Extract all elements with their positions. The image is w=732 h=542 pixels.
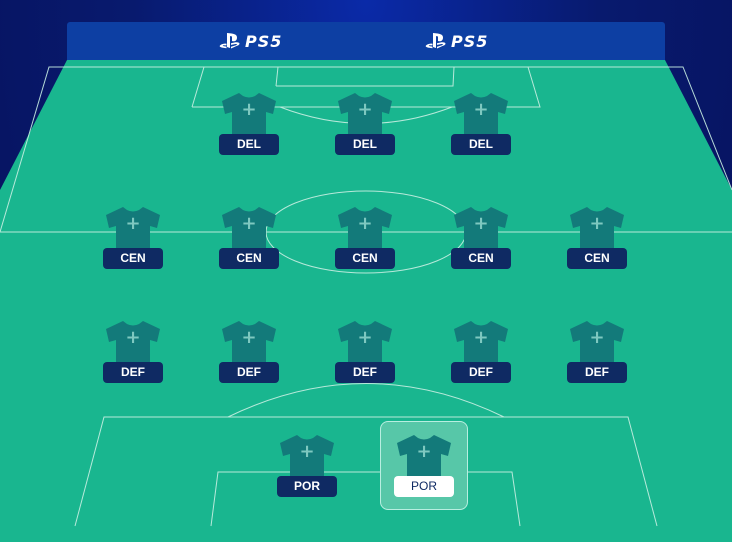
position-label: DEL (219, 134, 279, 155)
plus-icon: + (125, 327, 141, 348)
sponsor-banner: PS5 PS5 (67, 22, 665, 60)
position-label: CEN (103, 248, 163, 269)
plus-icon: + (357, 327, 373, 348)
position-label: DEL (335, 134, 395, 155)
position-label: DEF (451, 362, 511, 383)
plus-icon: + (125, 213, 141, 234)
position-label: POR (277, 476, 337, 497)
plus-icon: + (473, 213, 489, 234)
position-label: DEF (219, 362, 279, 383)
plus-icon: + (473, 99, 489, 120)
player-slot-midfielder[interactable]: + CEN (451, 206, 511, 269)
player-slot-goalkeeper[interactable]: + POR (277, 434, 337, 497)
plus-icon: + (589, 327, 605, 348)
player-slot-forward[interactable]: + DEL (451, 92, 511, 155)
player-slot-defender[interactable]: + DEF (335, 320, 395, 383)
position-label: DEF (335, 362, 395, 383)
playstation-icon (219, 33, 240, 49)
plus-icon: + (416, 441, 432, 462)
player-slot-midfielder[interactable]: + CEN (219, 206, 279, 269)
plus-icon: + (589, 213, 605, 234)
player-slot-goalkeeper-selected[interactable]: + POR (394, 434, 454, 497)
playstation-icon (425, 33, 446, 49)
player-slot-defender[interactable]: + DEF (451, 320, 511, 383)
position-label: CEN (335, 248, 395, 269)
plus-icon: + (357, 99, 373, 120)
plus-icon: + (299, 441, 315, 462)
position-label: CEN (451, 248, 511, 269)
plus-icon: + (241, 99, 257, 120)
football-pitch (0, 60, 732, 542)
position-label: CEN (219, 248, 279, 269)
position-label: DEL (451, 134, 511, 155)
plus-icon: + (473, 327, 489, 348)
position-label: DEF (103, 362, 163, 383)
player-slot-midfielder[interactable]: + CEN (567, 206, 627, 269)
plus-icon: + (241, 327, 257, 348)
player-slot-defender[interactable]: + DEF (219, 320, 279, 383)
player-slot-forward[interactable]: + DEL (335, 92, 395, 155)
position-label: POR (394, 476, 454, 497)
player-slot-midfielder[interactable]: + CEN (103, 206, 163, 269)
position-label: DEF (567, 362, 627, 383)
position-label: CEN (567, 248, 627, 269)
player-slot-forward[interactable]: + DEL (219, 92, 279, 155)
plus-icon: + (357, 213, 373, 234)
player-slot-defender[interactable]: + DEF (103, 320, 163, 383)
plus-icon: + (241, 213, 257, 234)
ps5-logo: PS5 (219, 30, 282, 52)
ps5-logo: PS5 (425, 30, 488, 52)
player-slot-defender[interactable]: + DEF (567, 320, 627, 383)
player-slot-midfielder[interactable]: + CEN (335, 206, 395, 269)
